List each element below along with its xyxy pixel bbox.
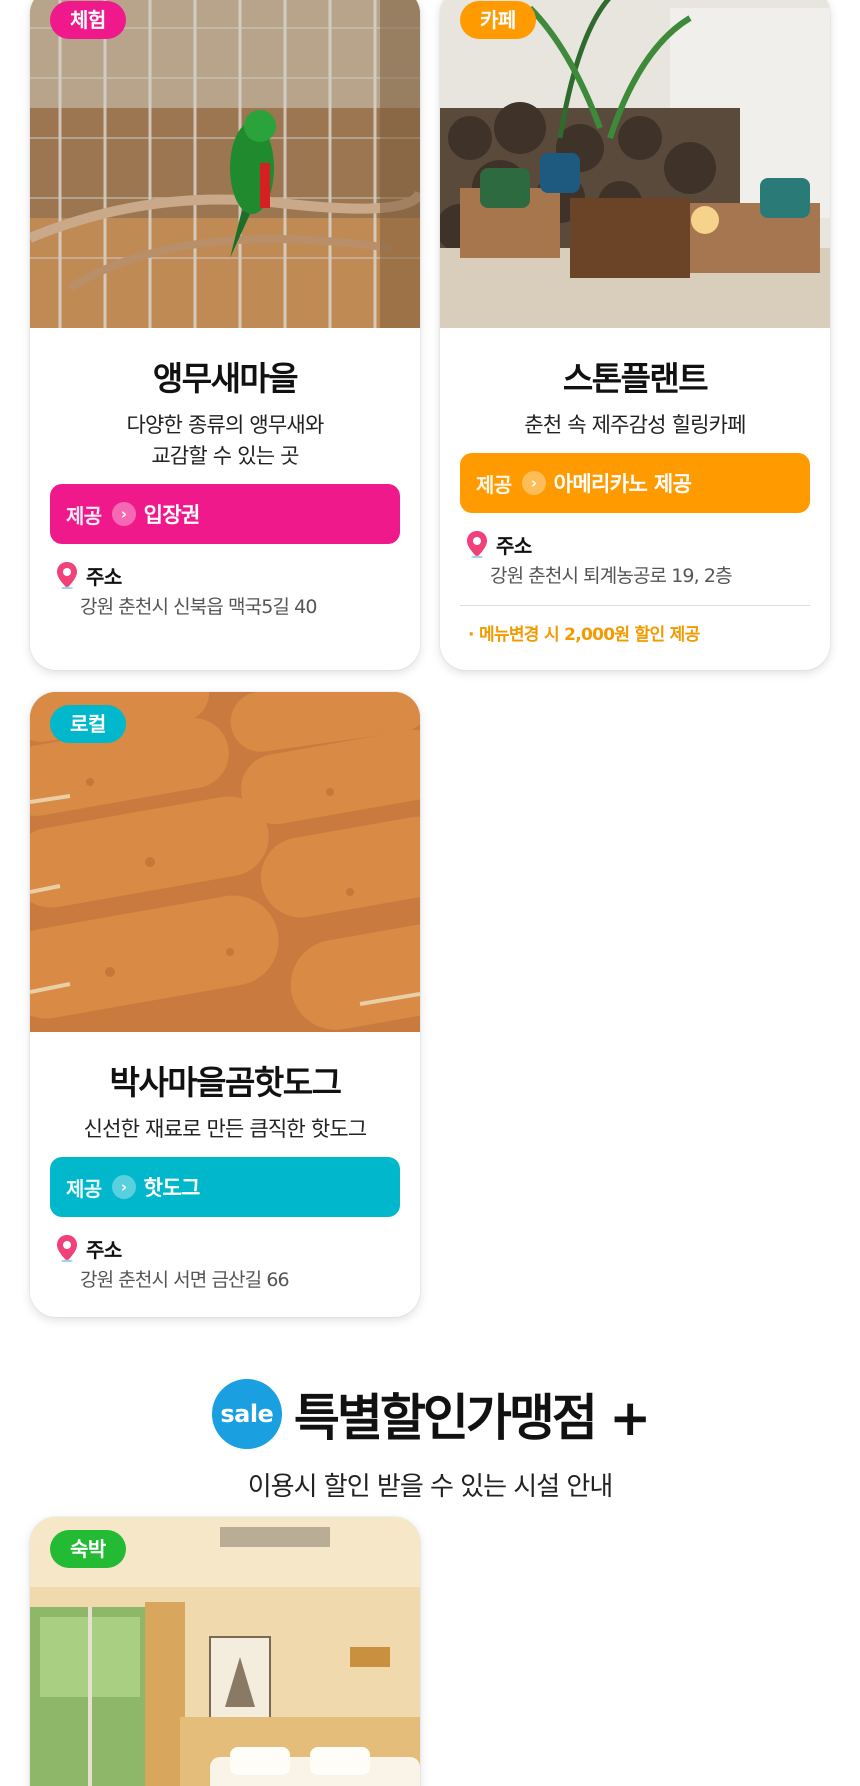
address-text: 강원 춘천시 퇴계농공로 19, 2층 <box>490 565 733 587</box>
sale-badge: sale <box>211 1379 282 1449</box>
chevron-right-icon: › <box>111 502 136 526</box>
offer-label: 제공 <box>476 472 512 497</box>
chevron-right-icon: › <box>111 1175 136 1199</box>
card-description: 신선한 재료로 만든 큼직한 핫도그 <box>83 1117 368 1141</box>
address-block: 주소 강원 춘천시 퇴계농공로 19, 2층 <box>460 529 810 591</box>
map-pin-icon <box>57 1235 77 1262</box>
photo-hotel-room: 숙박 <box>30 1517 420 1786</box>
divider <box>460 605 810 606</box>
address-label: 주소 <box>86 564 122 589</box>
offer-banner[interactable]: 제공 › 핫도그 <box>50 1157 400 1217</box>
offer-label: 제공 <box>66 1176 102 1201</box>
category-badge: 체험 <box>50 1 126 39</box>
offer-value: 아메리카노 제공 <box>553 472 692 496</box>
card-title: 박사마을곰핫도그 <box>109 1063 342 1102</box>
offer-banner[interactable]: 제공 › 아메리카노 제공 <box>460 453 810 513</box>
photo-parrot: 체험 <box>30 0 420 328</box>
card-description: 다양한 종류의 앵무새와 교감할 수 있는 곳 <box>126 413 325 468</box>
address-text: 강원 춘천시 신북읍 맥국5길 40 <box>80 596 317 618</box>
address-block: 주소 강원 춘천시 서면 금산길 66 <box>50 1233 400 1295</box>
photo-cafe: 카페 <box>440 0 830 328</box>
map-pin-icon <box>57 562 77 589</box>
chevron-right-icon: › <box>521 471 546 495</box>
address-text: 강원 춘천시 서면 금산길 66 <box>80 1269 290 1291</box>
offer-label: 제공 <box>66 503 102 528</box>
category-badge: 숙박 <box>50 1530 126 1568</box>
offer-banner[interactable]: 제공 › 입장권 <box>50 484 400 544</box>
card-parrot-village[interactable]: 체험 앵무새마을 다양한 종류의 앵무새와 교감할 수 있는 곳 제공 › 입장… <box>30 0 420 670</box>
address-label: 주소 <box>496 533 532 558</box>
category-badge: 로컬 <box>50 705 126 743</box>
offer-value: 입장권 <box>143 503 201 527</box>
card-lodging[interactable]: 숙박 <box>30 1517 420 1786</box>
category-badge: 카페 <box>460 1 536 39</box>
card-title: 앵무새마을 <box>152 359 299 398</box>
map-pin-icon <box>467 531 487 558</box>
address-label: 주소 <box>86 1237 122 1262</box>
card-description: 춘천 속 제주감성 힐링카페 <box>524 413 746 437</box>
card-title: 스톤플랜트 <box>562 359 709 398</box>
photo-hotdog: 로컬 <box>30 692 420 1032</box>
offer-value: 핫도그 <box>143 1176 201 1200</box>
address-block: 주소 강원 춘천시 신북읍 맥국5길 40 <box>50 560 400 622</box>
section-subtitle: 이용시 할인 받을 수 있는 시설 안내 <box>247 1472 613 1502</box>
card-stone-plant[interactable]: 카페 스톤플랜트 춘천 속 제주감성 힐링카페 제공 › 아메리카노 제공 주소… <box>440 0 830 670</box>
discount-note: · 메뉴변경 시 2,000원 할인 제공 <box>468 625 700 645</box>
discount-partners-section-header: sale 특별할인가맹점 + 이용시 할인 받을 수 있는 시설 안내 <box>0 1378 860 1503</box>
section-title: 특별할인가맹점 + <box>293 1389 651 1447</box>
card-hotdog[interactable]: 로컬 박사마을곰핫도그 신선한 재료로 만든 큼직한 핫도그 제공 › 핫도그 … <box>30 692 420 1317</box>
